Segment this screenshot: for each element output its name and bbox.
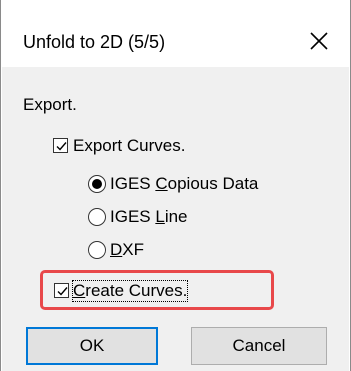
close-button[interactable] [297,22,341,60]
export-curves-label[interactable]: Export Curves. [73,136,185,156]
window-title: Unfold to 2D (5/5) [23,32,166,52]
accelerator-key: C [155,174,168,193]
cancel-button[interactable]: Cancel [191,327,327,365]
label-part: XF [122,240,145,259]
unfold-dialog: Unfold to 2D (5/5) Export. Export Curves… [0,0,351,371]
radio-dxf[interactable] [88,241,106,259]
dialog-body: Export. Export Curves. IGES Copious Data… [2,67,349,371]
label-part: reate Curves. [85,281,188,300]
create-curves-checkbox[interactable] [54,283,69,298]
label-part: opious Data [167,174,259,193]
radio-iges-copious-data[interactable] [88,175,106,193]
radio-dxf-label[interactable]: DXF [110,240,144,260]
label-part: ine [164,207,188,226]
radio-dot-icon [92,179,102,189]
checkmark-icon [56,142,67,151]
title-bar: Unfold to 2D (5/5) [1,0,350,67]
create-curves-label[interactable]: Create Curves. [71,280,189,302]
label-part: IGES [110,174,156,193]
accelerator-key: D [110,240,123,259]
export-curves-checkbox[interactable] [53,138,68,153]
accelerator-key: C [73,281,86,300]
ok-button[interactable]: OK [26,327,158,365]
close-icon [310,32,328,50]
radio-iges-copious-data-label[interactable]: IGES Copious Data [110,174,258,194]
accelerator-key: L [155,207,165,226]
label-part: IGES [110,207,156,226]
export-section-label: Export. [23,95,77,114]
radio-iges-line[interactable] [88,208,106,226]
radio-iges-line-label[interactable]: IGES Line [110,207,188,227]
checkmark-icon [57,287,68,296]
